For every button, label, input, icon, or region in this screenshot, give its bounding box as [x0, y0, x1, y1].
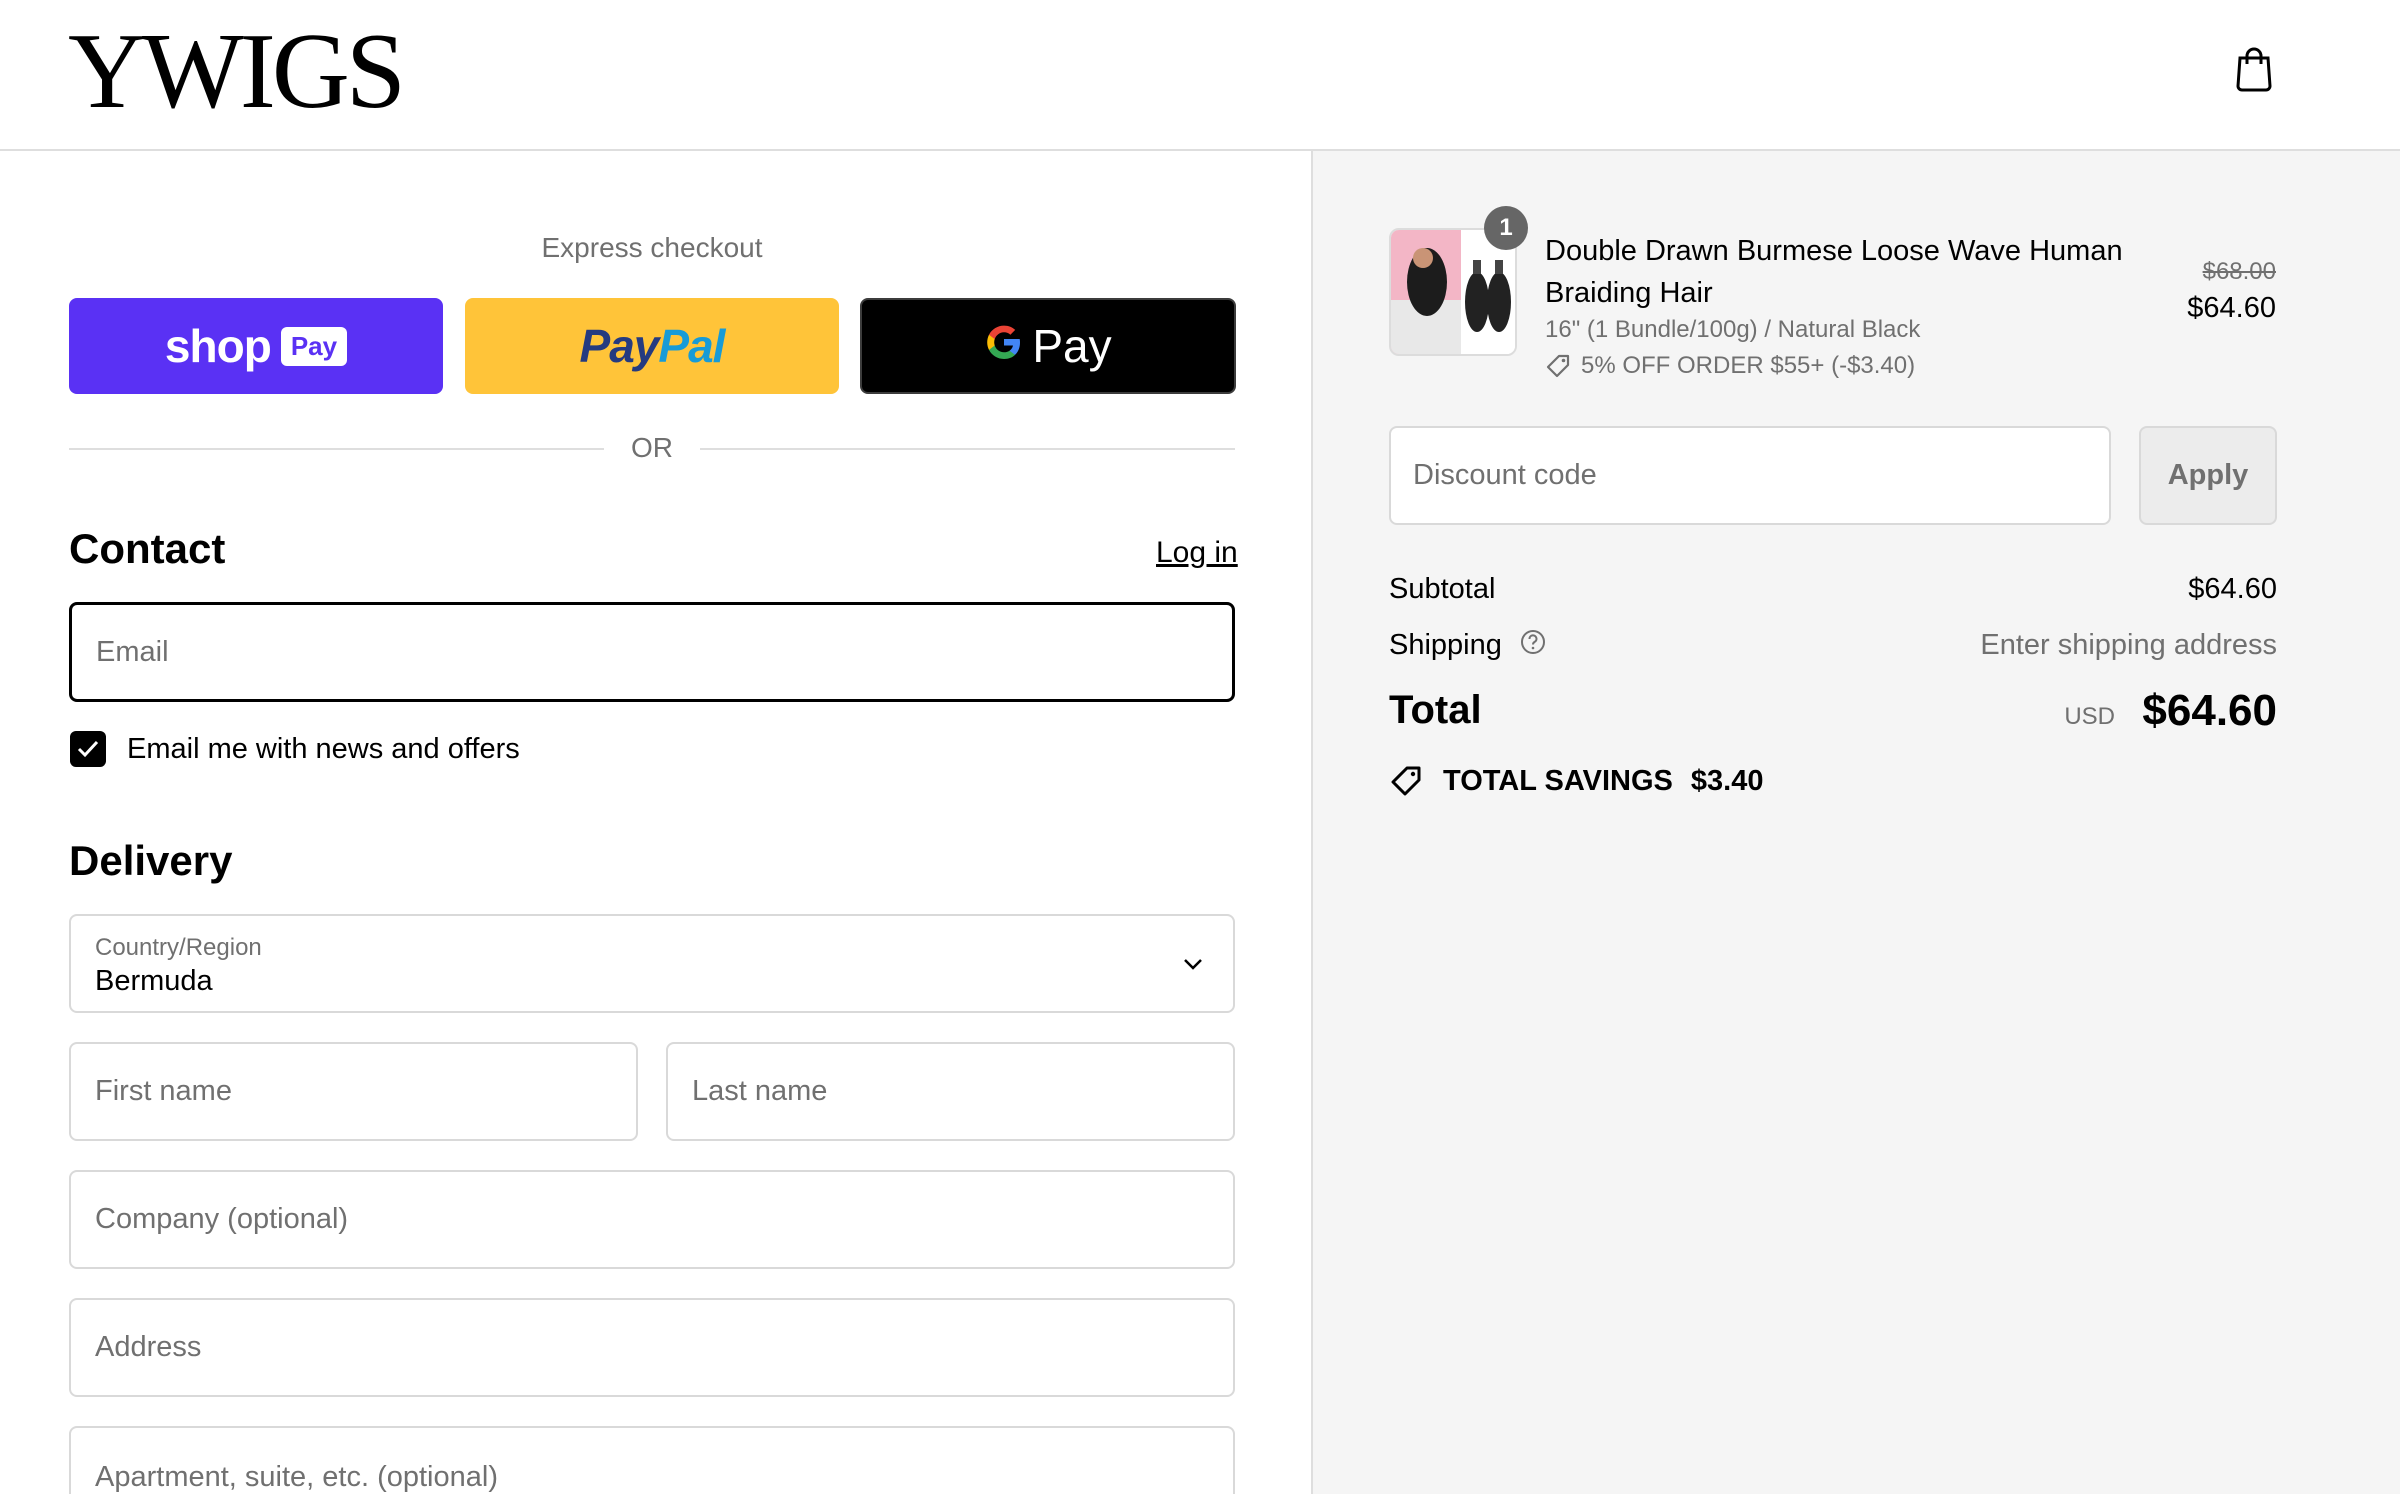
total-savings-label: TOTAL SAVINGS — [1443, 764, 1673, 797]
total-savings: TOTAL SAVINGS $3.40 — [1389, 764, 1763, 798]
shipping-value: Enter shipping address — [1980, 629, 2277, 661]
email-field[interactable]: Email — [69, 602, 1235, 702]
subtotal-label: Subtotal — [1389, 573, 1496, 605]
total-label: Total — [1389, 688, 1482, 732]
product-variant: 16" (1 Bundle/100g) / Natural Black — [1545, 316, 1921, 343]
country-region-label: Country/Region — [95, 934, 262, 961]
contact-title: Contact — [69, 525, 226, 572]
company-field[interactable]: Company (optional) — [69, 1170, 1235, 1269]
newsletter-checkbox[interactable] — [70, 731, 106, 767]
express-checkout-title: Express checkout — [541, 232, 763, 263]
tag-icon — [1391, 766, 1421, 796]
country-region-value: Bermuda — [95, 965, 213, 997]
first-name-field[interactable]: First name — [69, 1042, 638, 1141]
last-name-placeholder: Last name — [692, 1075, 828, 1107]
shipping-label: Shipping — [1389, 629, 1502, 661]
product-discount-text: 5% OFF ORDER $55+ (-$3.40) — [1581, 352, 1916, 379]
apartment-field[interactable]: Apartment, suite, etc. (optional) — [69, 1426, 1235, 1494]
shopping-bag-icon[interactable] — [2234, 44, 2274, 92]
address-field[interactable]: Address — [69, 1298, 1235, 1397]
apply-button[interactable]: Apply — [2139, 426, 2277, 525]
shipping-row: Shipping Enter shipping address — [1389, 629, 2277, 663]
total-savings-value: $3.40 — [1690, 764, 1764, 797]
newsletter-label: Email me with news and offers — [127, 733, 520, 765]
or-line-right — [700, 448, 1235, 450]
total-currency: USD — [2064, 703, 2115, 730]
company-placeholder: Company (optional) — [95, 1203, 349, 1235]
paypal-logo-part1: Pay — [579, 320, 660, 372]
subtotal-value: $64.60 — [2188, 573, 2277, 605]
shop-pay-button[interactable]: shop Pay — [69, 298, 443, 394]
delivery-title: Delivery — [69, 837, 233, 884]
original-price: $68.00 — [2202, 258, 2276, 285]
checkmark-icon — [77, 740, 99, 758]
help-circle-icon[interactable] — [1520, 629, 1546, 663]
google-pay-word: Pay — [1032, 320, 1112, 372]
item-price: $64.60 — [2187, 292, 2276, 324]
shop-pay-logo-tag: Pay — [280, 326, 348, 366]
header: YWIGS — [0, 0, 2400, 151]
chevron-down-icon — [1184, 959, 1202, 970]
country-region-select[interactable]: Country/Region Bermuda — [69, 914, 1235, 1013]
first-name-placeholder: First name — [95, 1075, 232, 1107]
last-name-field[interactable]: Last name — [666, 1042, 1235, 1141]
google-pay-button[interactable]: Pay — [860, 298, 1236, 394]
or-divider: OR — [69, 428, 1235, 468]
discount-code-field[interactable]: Discount code — [1389, 426, 2111, 525]
paypal-button[interactable]: PayPal — [465, 298, 839, 394]
logo[interactable]: YWIGS — [68, 18, 406, 126]
quantity-badge: 1 — [1484, 206, 1528, 250]
paypal-logo-part2: Pal — [658, 320, 725, 372]
total-value: $64.60 — [2142, 686, 2277, 735]
google-g-icon — [984, 319, 1024, 373]
address-placeholder: Address — [95, 1331, 202, 1363]
paypal-logo: PayPal — [579, 319, 726, 373]
shop-pay-logo-word: shop — [164, 320, 272, 372]
product-discount: 5% OFF ORDER $55+ (-$3.40) — [1545, 352, 1915, 380]
product-title: Double Drawn Burmese Loose Wave Human Br… — [1545, 235, 2123, 309]
tag-icon — [1546, 354, 1570, 378]
apartment-placeholder: Apartment, suite, etc. (optional) — [95, 1461, 498, 1493]
email-placeholder: Email — [96, 635, 169, 668]
log-in-link[interactable]: Log in — [1156, 536, 1238, 570]
discount-code-placeholder: Discount code — [1413, 459, 1597, 491]
subtotal-row: Subtotal $64.60 — [1389, 573, 2277, 606]
